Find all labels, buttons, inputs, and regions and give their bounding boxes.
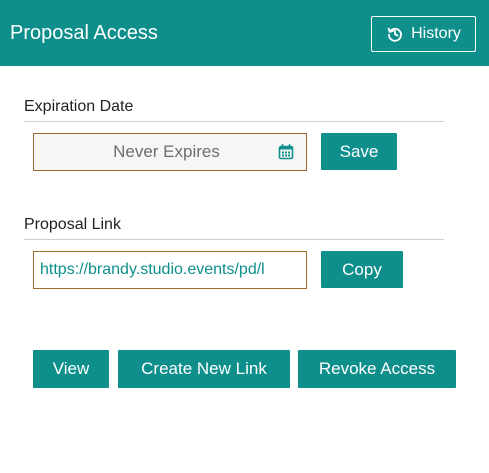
calendar-icon[interactable] [277,143,295,161]
expiration-divider [24,121,444,122]
history-icon [386,25,404,43]
expiration-date-field[interactable]: Never Expires [33,133,307,171]
save-button[interactable]: Save [321,133,397,170]
proposal-link-field[interactable]: https://brandy.studio.events/pd/l [33,251,307,289]
page-title: Proposal Access [10,22,158,44]
view-button[interactable]: View [33,350,109,388]
proposal-link-url: https://brandy.studio.events/pd/l [40,261,265,278]
revoke-access-button[interactable]: Revoke Access [298,350,456,388]
history-button-label: History [411,25,461,42]
proposal-access-panel: Proposal Access History Expiration Date … [0,0,489,473]
create-new-link-button[interactable]: Create New Link [118,350,290,388]
history-button[interactable]: History [371,16,476,52]
panel-header: Proposal Access History [0,0,489,66]
expiration-date-label: Expiration Date [24,98,134,115]
copy-button[interactable]: Copy [321,251,403,288]
expiration-date-value: Never Expires [113,142,220,161]
proposal-link-label: Proposal Link [24,216,121,233]
proposal-link-divider [24,239,444,240]
